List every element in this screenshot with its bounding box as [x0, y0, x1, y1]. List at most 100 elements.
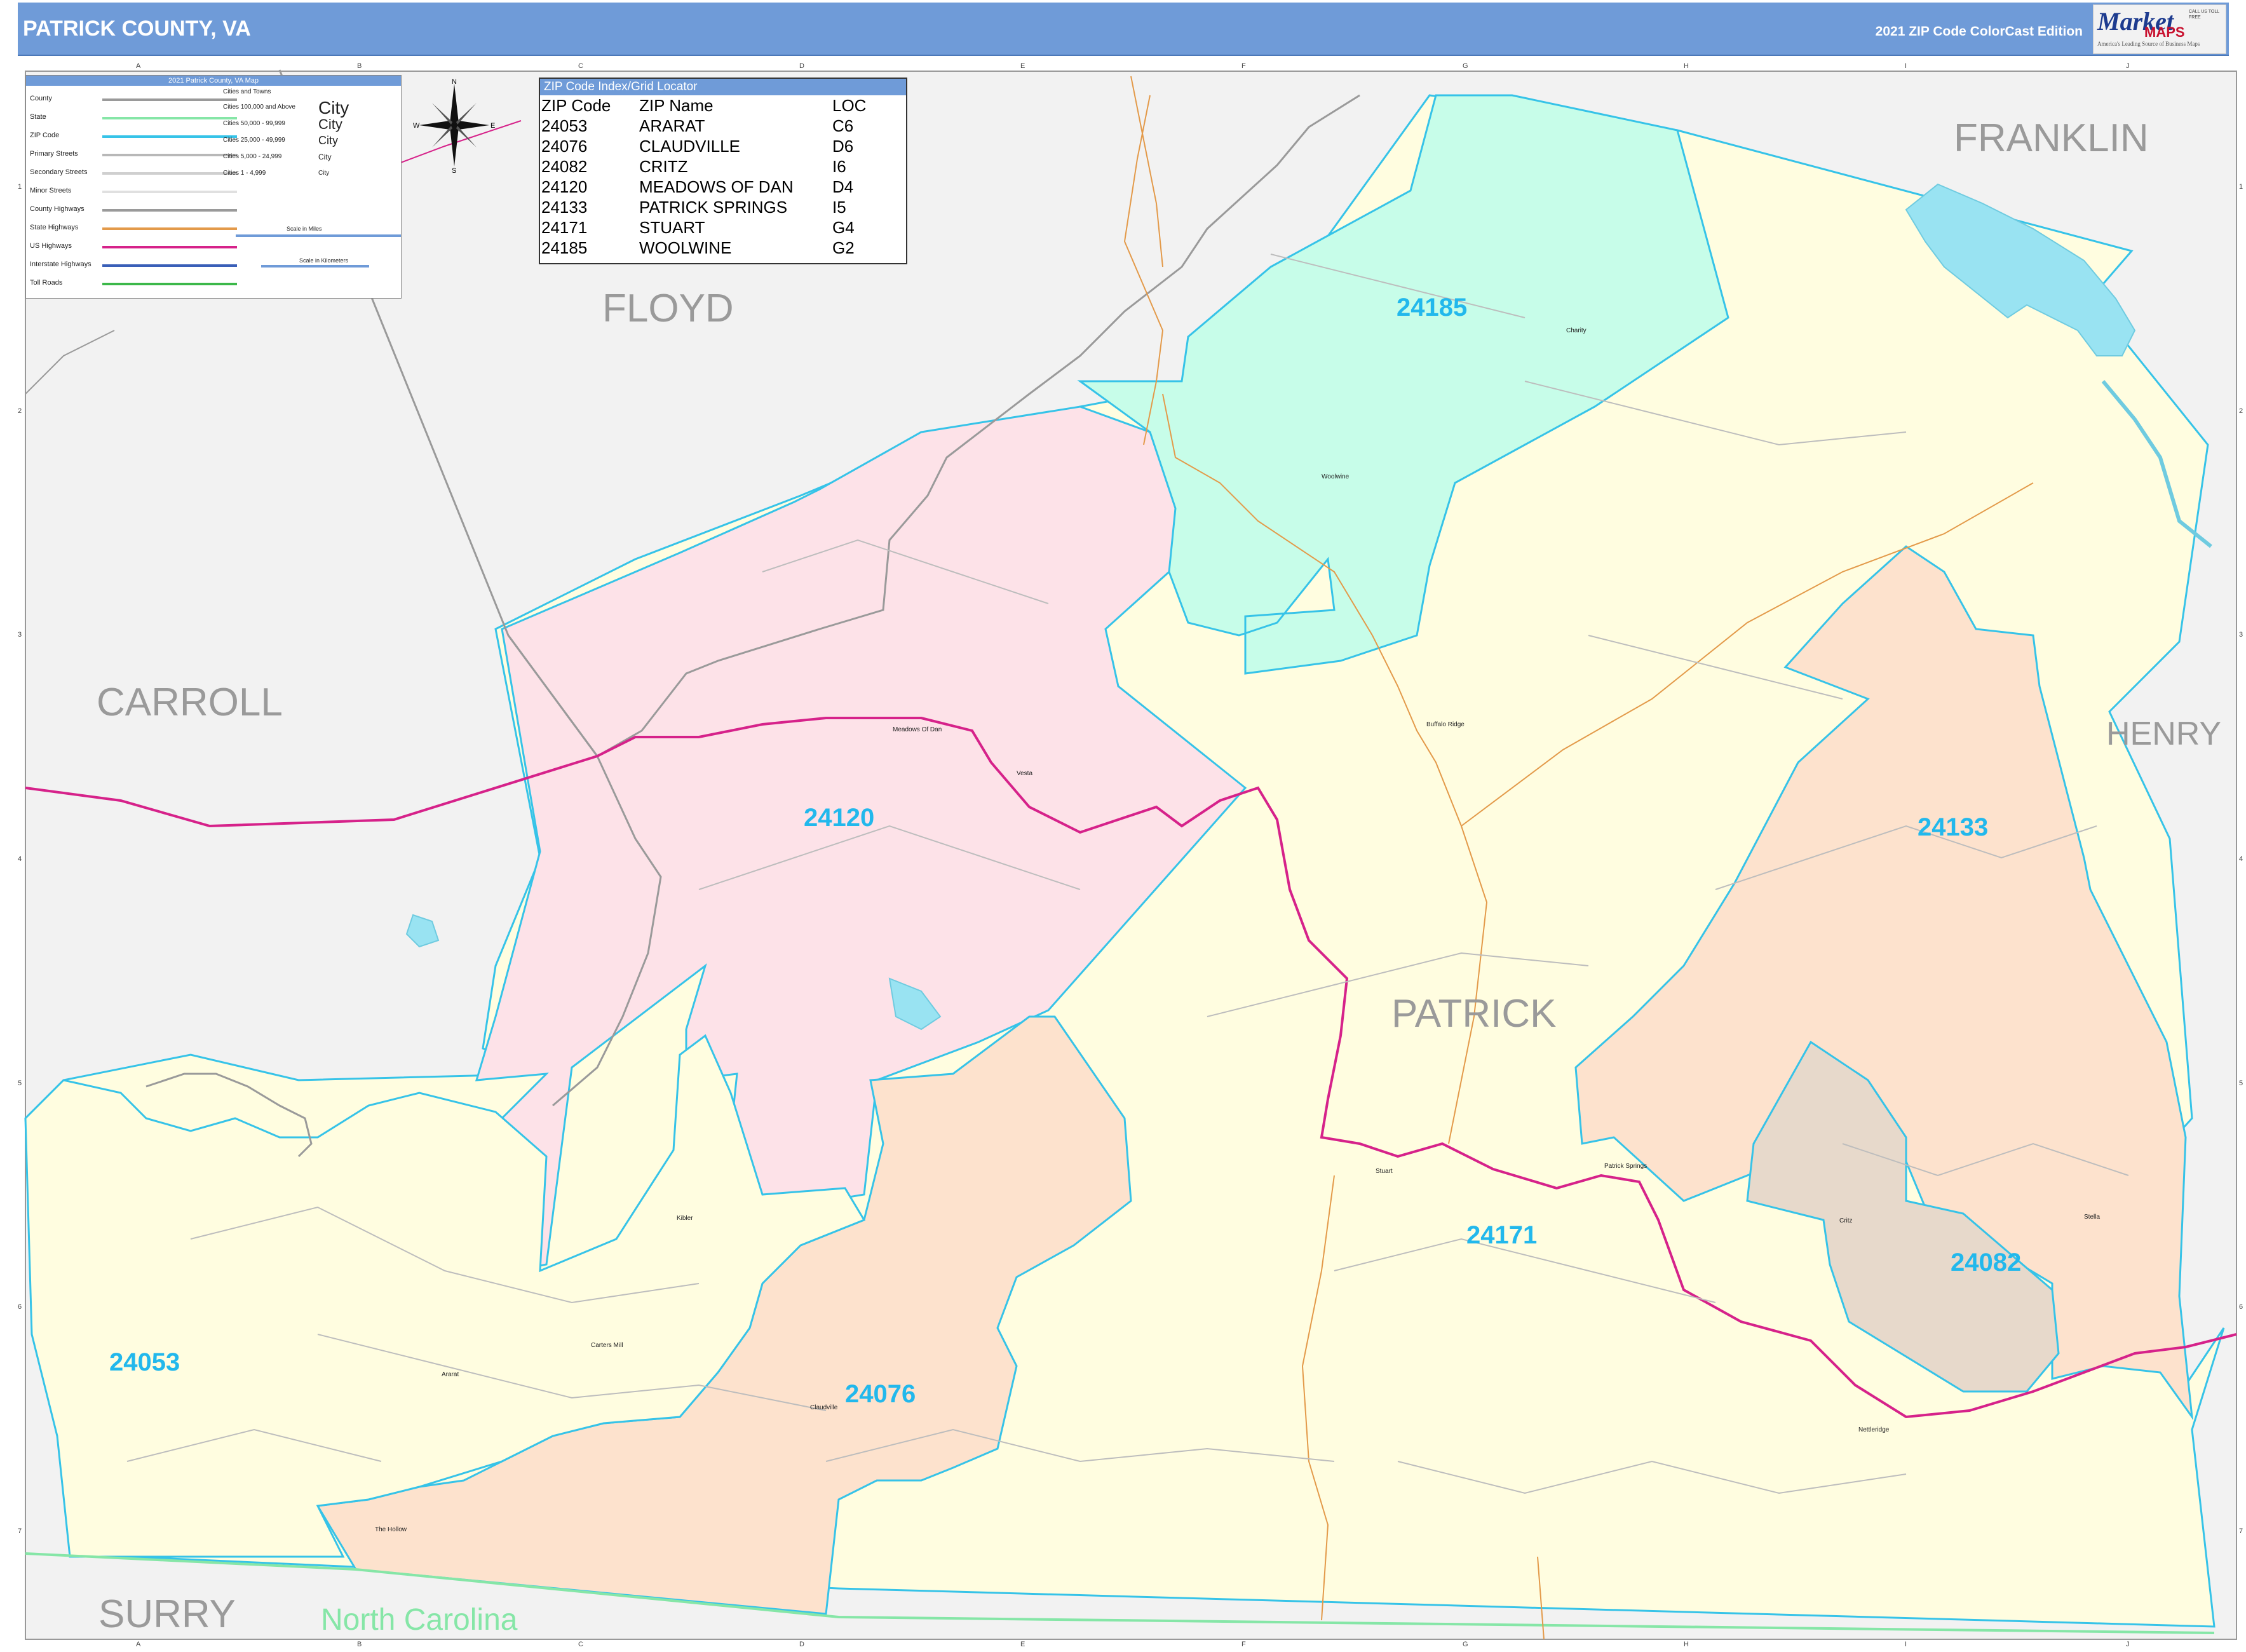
legend-city-sample: City [318, 170, 330, 177]
zip-index-cell: D6 [832, 137, 854, 156]
zip-index-cell: 24082 [541, 157, 588, 176]
legend-city-size-label: Cities 25,000 - 49,999 [223, 137, 285, 144]
zip-index-title: ZIP Code Index/Grid Locator [540, 79, 906, 95]
zip-index-cell: 24185 [541, 238, 588, 257]
legend-item-swatch [102, 172, 237, 175]
legend-item-swatch [102, 191, 237, 193]
map-header: PATRICK COUNTY, VA 2021 ZIP Code ColorCa… [18, 3, 2229, 56]
zip-index-table: ZIP Code Index/Grid Locator ZIP Code ZIP … [539, 78, 907, 264]
city-label-stella: Stella [2084, 1214, 2101, 1221]
city-label-kibler: Kibler [677, 1215, 693, 1222]
logo-sub: MAPS [2144, 24, 2185, 40]
county-label-surry: SURRY [98, 1592, 236, 1636]
legend-cities-heading: Cities and Towns [223, 88, 271, 95]
zip-index-row[interactable]: 24185 WOOLWINE G2 [541, 238, 869, 258]
city-label-the-hollow: The Hollow [375, 1526, 407, 1533]
zip-label-24120: 24120 [804, 804, 875, 832]
zip-index-header-cell: ZIP Code [541, 96, 611, 115]
grid-column-label: A [136, 62, 141, 70]
market-maps-logo[interactable]: Market MAPS America's Leading Source of … [2093, 4, 2226, 54]
legend-item-swatch [102, 227, 237, 230]
legend-item-swatch [102, 283, 237, 285]
legend-item-swatch [102, 98, 237, 101]
legend-item-label: Secondary Streets [30, 168, 88, 176]
legend-item-swatch [102, 246, 237, 248]
legend-scale-bar-miles [236, 234, 401, 237]
grid-row-label: 7 [2239, 1527, 2243, 1535]
zip-index-cell: G4 [832, 218, 855, 237]
compass-w: W [413, 122, 420, 130]
legend-city-sample: City [318, 134, 338, 147]
grid-row-label: 5 [2239, 1079, 2243, 1087]
grid-row-label: 2 [2239, 407, 2243, 415]
legend-city-sample: City [318, 116, 342, 132]
zip-index-cell: WOOLWINE [639, 238, 732, 257]
city-label-woolwine: Woolwine [1322, 473, 1350, 480]
legend-item-label: Primary Streets [30, 150, 78, 158]
map-title: PATRICK COUNTY, VA [23, 17, 251, 41]
grid-row-label: 3 [18, 631, 22, 639]
grid-column-label: I [1905, 1641, 1907, 1648]
grid-row-label: 6 [18, 1303, 22, 1311]
zip-index-header-row: ZIP Code ZIP Name LOC [541, 95, 869, 116]
city-label-claudville: Claudville [810, 1404, 838, 1411]
grid-column-label: H [1684, 62, 1689, 70]
zip-index-header-cell: LOC [832, 96, 867, 115]
grid-column-label: E [1020, 62, 1025, 70]
legend-item-label: County [30, 95, 52, 102]
city-label-stuart: Stuart [1376, 1168, 1393, 1175]
grid-column-label: I [1905, 62, 1907, 70]
grid-column-label: F [1241, 1641, 1246, 1648]
grid-row-label: 1 [18, 183, 22, 191]
zip-index-cell: 24171 [541, 218, 588, 237]
compass-n: N [452, 78, 457, 86]
grid-column-label: F [1241, 62, 1246, 70]
legend-item-swatch [102, 264, 237, 267]
city-label-ararat: Ararat [442, 1371, 459, 1378]
zip-index-row[interactable]: 24120 MEADOWS OF DAN D4 [541, 177, 869, 197]
zip-index-grid: ZIP Code ZIP Name LOC 24053 ARARAT C6 24076 CLA… [541, 95, 869, 258]
county-label-henry: HENRY [2106, 715, 2222, 752]
zip-index-cell: C6 [832, 116, 854, 135]
zip-index-cell: D4 [832, 177, 854, 196]
county-label-floyd: FLOYD [602, 287, 734, 330]
city-label-carters-mill: Carters Mill [591, 1342, 623, 1349]
legend-item-label: State [30, 113, 46, 121]
zip-index-cell: CLAUDVILLE [639, 137, 740, 156]
grid-column-label: D [799, 1641, 804, 1648]
legend-title: 2021 Patrick County, VA Map [26, 76, 401, 86]
legend-item-label: Interstate Highways [30, 261, 91, 268]
logo-tagline: America's Leading Source of Business Map… [2097, 41, 2200, 47]
zip-index-row[interactable]: 24082 CRITZ I6 [541, 156, 869, 177]
zip-index-row[interactable]: 24076 CLAUDVILLE D6 [541, 136, 869, 156]
compass-s: S [452, 167, 456, 173]
zip-label-24185: 24185 [1397, 294, 1468, 322]
compass-rose-icon: N S W E [413, 78, 495, 173]
grid-column-label: G [1463, 62, 1468, 70]
city-label-meadows-of-dan: Meadows Of Dan [893, 726, 942, 733]
grid-column-label: A [136, 1641, 141, 1648]
legend-item-swatch [102, 209, 237, 212]
zip-label-24171: 24171 [1466, 1221, 1538, 1249]
zip-label-24053: 24053 [109, 1348, 180, 1376]
zip-index-row[interactable]: 24171 STUART G4 [541, 217, 869, 238]
legend-item-label: Toll Roads [30, 279, 63, 287]
grid-column-label: J [2126, 1641, 2130, 1648]
legend-item-label: ZIP Code [30, 132, 60, 139]
county-label-patrick: PATRICK [1391, 992, 1557, 1036]
zip-index-row[interactable]: 24133 PATRICK SPRINGS I5 [541, 197, 869, 217]
zip-index-row[interactable]: 24053 ARARAT C6 [541, 116, 869, 136]
legend-city-sample: City [318, 152, 332, 161]
grid-row-label: 6 [2239, 1303, 2243, 1311]
zip-index-cell: I5 [832, 198, 846, 217]
zip-index-cell: STUART [639, 218, 705, 237]
legend-scale-km: Scale in Kilometers [299, 257, 349, 264]
zip-index-cell: I6 [832, 157, 846, 176]
legend-city-size-label: Cities 50,000 - 99,999 [223, 120, 285, 127]
state-label-nc: North Carolina [321, 1603, 518, 1637]
city-label-critz: Critz [1839, 1217, 1853, 1224]
legend-item-label: State Highways [30, 224, 79, 231]
zip-index-cell: 24053 [541, 116, 588, 135]
legend-item-swatch [102, 135, 237, 138]
zip-index-cell: CRITZ [639, 157, 688, 176]
